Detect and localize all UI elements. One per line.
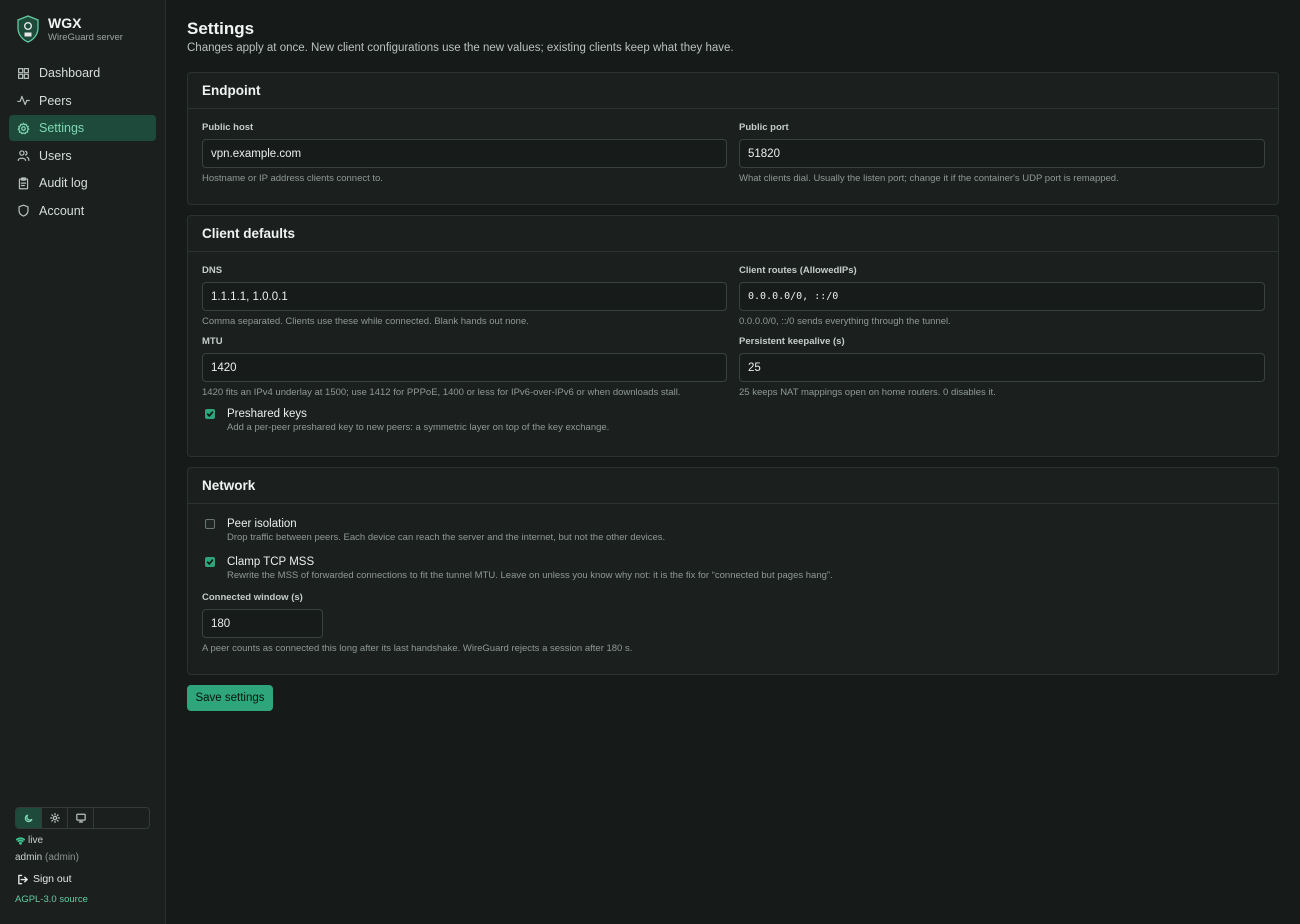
connected-window-hint: A peer counts as connected this long aft…: [202, 643, 633, 654]
user-name: admin: [15, 852, 43, 863]
sun-icon: [49, 813, 60, 823]
shield-lock-icon: [17, 15, 39, 43]
endpoint-heading: Endpoint: [188, 73, 1278, 109]
mtu-label: MTU: [202, 336, 223, 347]
shield-icon: [18, 204, 29, 217]
sidebar-item-label: Account: [39, 203, 85, 218]
keepalive-field: Persistent keepalive (s) 25 25 keeps NAT…: [739, 336, 1265, 398]
client-routes-field: Client routes (AllowedIPs) 0.0.0.0/0, ::…: [739, 265, 1265, 327]
sidebar-item-label: Dashboard: [39, 66, 101, 80]
endpoint-card: Endpoint Public host vpn.example.com Hos…: [187, 72, 1279, 205]
sidebar-item-label: Audit log: [39, 176, 88, 190]
gear-icon: [17, 122, 30, 134]
sidebar-nav: Dashboard Peers Settings Users Audit log…: [9, 60, 156, 225]
connected-window-label: Connected window (s): [202, 592, 303, 603]
public-port-input[interactable]: 51820: [739, 139, 1265, 168]
check-icon: [206, 411, 214, 417]
dns-hint: Comma separated. Clients use these while…: [202, 316, 529, 327]
sign-out-label: Sign out: [33, 873, 72, 885]
source-link[interactable]: AGPL-3.0 source: [15, 894, 88, 905]
network-heading: Network: [188, 468, 1278, 504]
sidebar-item-dashboard[interactable]: Dashboard: [9, 60, 156, 86]
network-card: Network Peer isolation Drop traffic betw…: [187, 467, 1279, 675]
status-text: live: [28, 835, 44, 846]
keepalive-hint: 25 keeps NAT mappings open on home route…: [739, 387, 996, 398]
preshared-keys-label: Preshared keys: [227, 408, 307, 420]
mtu-hint: 1420 fits an IPv4 underlay at 1500; use …: [202, 387, 681, 398]
save-settings-button[interactable]: Save settings: [187, 685, 273, 711]
connected-window-input[interactable]: 180: [202, 609, 323, 638]
activity-icon: [17, 95, 30, 106]
clamp-mss-hint: Rewrite the MSS of forwarded connections…: [227, 570, 833, 581]
clamp-mss-label: Clamp TCP MSS: [227, 556, 315, 568]
public-port-label: Public port: [739, 122, 789, 133]
public-host-label: Public host: [202, 122, 254, 133]
sidebar-item-audit-log[interactable]: Audit log: [9, 170, 156, 196]
peer-isolation-hint: Drop traffic between peers. Each device …: [227, 532, 666, 543]
sidebar-item-peers[interactable]: Peers: [9, 88, 156, 114]
users-icon: [17, 150, 30, 161]
mtu-field: MTU 1420 1420 fits an IPv4 underlay at 1…: [202, 336, 727, 398]
dns-field: DNS 1.1.1.1, 1.0.0.1 Comma separated. Cl…: [202, 265, 727, 327]
sidebar-item-label: Users: [39, 148, 72, 163]
peer-isolation-label: Peer isolation: [227, 518, 297, 530]
client-routes-label: Client routes (AllowedIPs): [739, 265, 857, 276]
sign-out-button[interactable]: Sign out: [17, 873, 72, 885]
preshared-keys-checkbox[interactable]: [205, 409, 215, 419]
wifi-icon: [16, 837, 25, 845]
clamp-mss-option: Clamp TCP MSS Rewrite the MSS of forward…: [205, 555, 833, 581]
user-role: (admin): [45, 852, 79, 863]
preshared-keys-option: Preshared keys Add a per-peer preshared …: [205, 407, 609, 433]
dns-label: DNS: [202, 265, 223, 276]
logout-icon: [18, 874, 28, 884]
public-host-hint: Hostname or IP address clients connect t…: [202, 173, 383, 184]
current-user: admin (admin): [15, 852, 79, 863]
clipboard-icon: [18, 176, 29, 189]
public-port-field: Public port 51820 What clients dial. Usu…: [739, 122, 1265, 184]
client-routes-input[interactable]: 0.0.0.0/0, ::/0: [739, 282, 1265, 311]
theme-dark-button[interactable]: [16, 808, 42, 828]
sidebar-item-settings[interactable]: Settings: [9, 115, 156, 141]
sidebar-item-account[interactable]: Account: [9, 198, 156, 224]
client-defaults-heading: Client defaults: [188, 216, 1278, 252]
dns-input[interactable]: 1.1.1.1, 1.0.0.1: [202, 282, 727, 311]
peer-isolation-option: Peer isolation Drop traffic between peer…: [205, 517, 665, 543]
public-port-hint: What clients dial. Usually the listen po…: [739, 173, 1119, 184]
sidebar-item-label: Peers: [39, 93, 72, 108]
theme-system-button[interactable]: [68, 808, 94, 828]
moon-icon: [24, 814, 33, 823]
page-description: Changes apply at once. New client config…: [187, 42, 734, 54]
sidebar-item-label: Settings: [39, 121, 85, 135]
check-icon: [206, 559, 214, 565]
preshared-keys-hint: Add a per-peer preshared key to new peer…: [227, 422, 610, 433]
client-routes-hint: 0.0.0.0/0, ::/0 sends everything through…: [739, 316, 951, 327]
page-title: Settings: [187, 19, 255, 38]
sidebar: WGX WireGuard server Dashboard Peers Set…: [0, 0, 166, 924]
connected-window-field: Connected window (s) 180 A peer counts a…: [202, 592, 633, 654]
theme-switcher: [15, 807, 150, 829]
grid-icon: [18, 67, 29, 79]
client-defaults-card: Client defaults DNS 1.1.1.1, 1.0.0.1 Com…: [187, 215, 1279, 457]
public-host-field: Public host vpn.example.com Hostname or …: [202, 122, 727, 184]
brand-subtitle: WireGuard server: [48, 32, 123, 43]
clamp-mss-checkbox[interactable]: [205, 557, 215, 567]
mtu-input[interactable]: 1420: [202, 353, 727, 382]
connection-status: live: [16, 835, 43, 846]
brand[interactable]: WGX WireGuard server: [16, 15, 123, 45]
monitor-icon: [75, 813, 86, 823]
sidebar-item-users[interactable]: Users: [9, 143, 156, 169]
peer-isolation-checkbox[interactable]: [205, 519, 215, 529]
brand-name: WGX: [48, 15, 82, 31]
theme-light-button[interactable]: [42, 808, 68, 828]
public-host-input[interactable]: vpn.example.com: [202, 139, 727, 168]
keepalive-label: Persistent keepalive (s): [739, 336, 845, 347]
keepalive-input[interactable]: 25: [739, 353, 1265, 382]
